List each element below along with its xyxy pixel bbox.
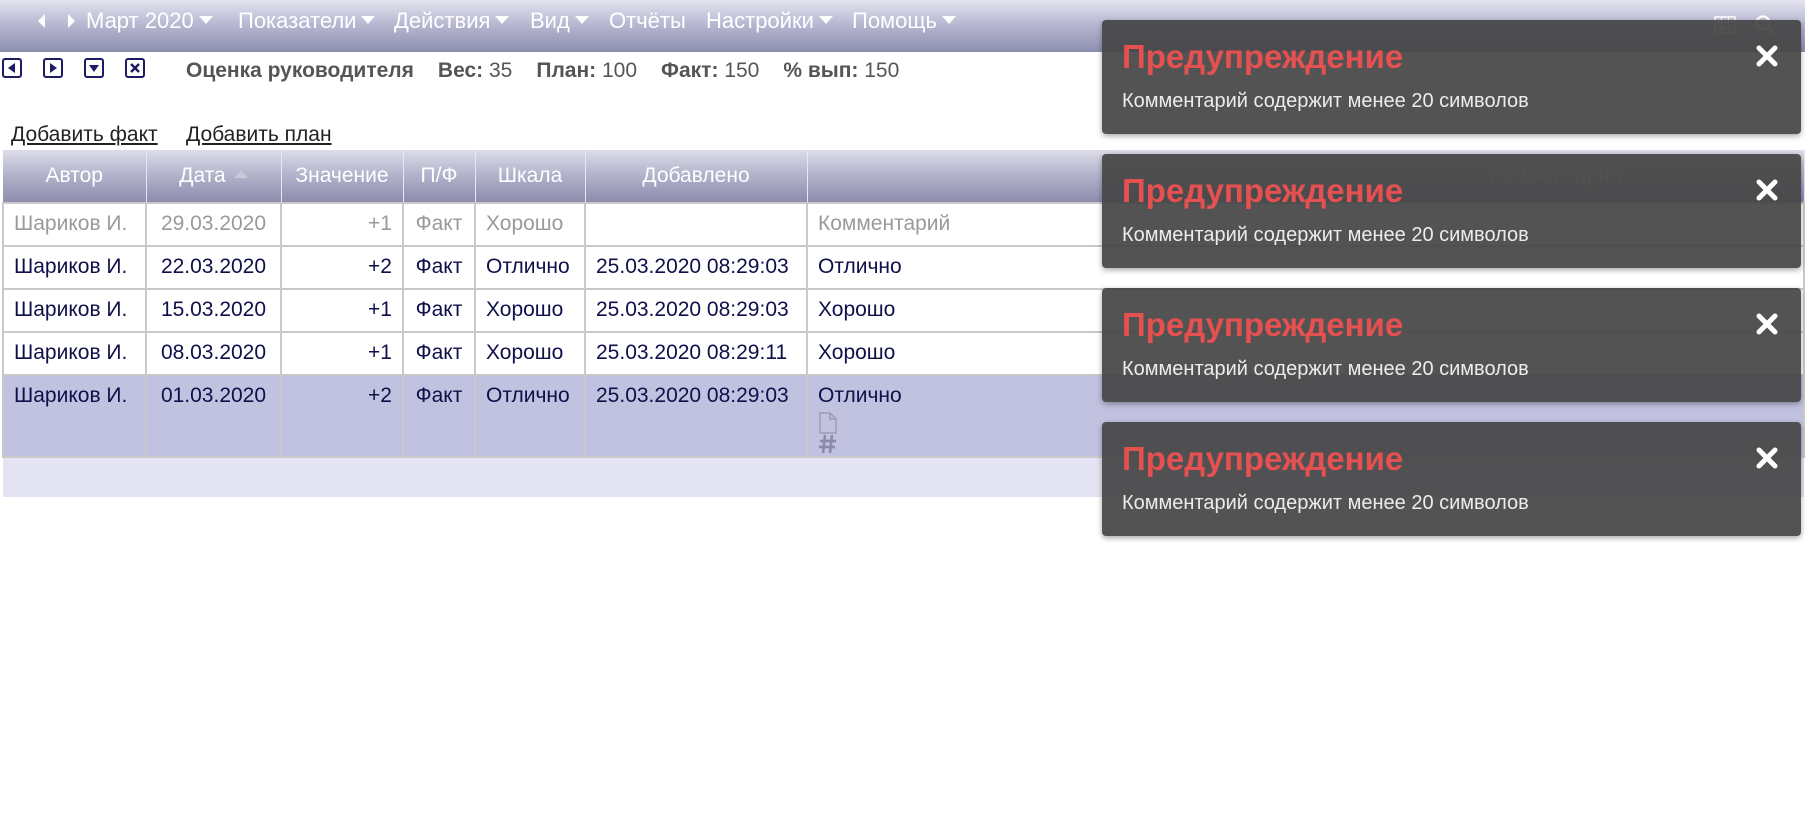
- cell-author: Шариков И.: [2, 288, 147, 333]
- menu-settings-label: Настройки: [706, 8, 814, 33]
- menu-help[interactable]: Помощь: [852, 8, 956, 34]
- chevron-down-icon: [818, 16, 833, 25]
- cell-value: +2: [280, 245, 404, 290]
- cell-author: Шариков И.: [2, 374, 147, 458]
- warning-text: Комментарий содержит менее 20 символов: [1122, 358, 1529, 380]
- cell-date: 01.03.2020: [145, 374, 282, 458]
- indicator-summary: Оценка руководителя Вес: 35 План: 100 Факт:…: [186, 59, 899, 83]
- cell-scale: Хорошо: [474, 288, 586, 333]
- period-label: Март 2020: [86, 8, 194, 33]
- cell-pf: Факт: [402, 202, 476, 247]
- col-author[interactable]: Автор: [3, 150, 147, 203]
- chevron-down-icon: [941, 16, 956, 25]
- sort-asc-icon: [233, 170, 248, 179]
- close-record-button[interactable]: [125, 58, 145, 78]
- cell-date: 22.03.2020: [145, 245, 282, 290]
- warning-toast: Предупреждение Комментарий содержит мене…: [1102, 288, 1801, 402]
- menu-view-label: Вид: [530, 8, 570, 33]
- warning-toast: Предупреждение Комментарий содержит мене…: [1102, 154, 1801, 268]
- col-pf[interactable]: П/Ф: [403, 150, 476, 203]
- warning-title: Предупреждение: [1122, 172, 1404, 209]
- warning-title: Предупреждение: [1122, 440, 1404, 477]
- cell-scale: Хорошо: [474, 202, 586, 247]
- cell-scale: Хорошо: [474, 331, 586, 376]
- chevron-down-icon: [495, 16, 510, 25]
- cell-value: +2: [280, 374, 404, 458]
- col-value[interactable]: Значение: [281, 150, 404, 203]
- menu-view[interactable]: Вид: [530, 8, 589, 34]
- first-record-button[interactable]: [2, 58, 22, 78]
- add-fact-link[interactable]: Добавить факт: [11, 123, 158, 147]
- cell-value: +1: [280, 202, 404, 247]
- cell-added: 25.03.2020 08:29:03: [584, 288, 808, 333]
- cell-pf: Факт: [402, 374, 476, 458]
- cell-author: Шариков И.: [2, 331, 147, 376]
- cell-scale: Отлично: [474, 245, 586, 290]
- cell-value: +1: [280, 288, 404, 333]
- cell-pf: Факт: [402, 288, 476, 333]
- next-record-button[interactable]: [43, 58, 63, 78]
- fact-value: 150: [724, 59, 760, 82]
- close-icon[interactable]: [1753, 310, 1781, 338]
- close-icon[interactable]: [1753, 176, 1781, 204]
- col-date-label: Дата: [179, 164, 226, 187]
- chevron-down-icon: [574, 16, 589, 25]
- cell-added: [584, 202, 808, 247]
- menu-help-label: Помощь: [852, 8, 937, 33]
- cell-pf: Факт: [402, 331, 476, 376]
- close-icon[interactable]: [1753, 42, 1781, 70]
- warning-toast: Предупреждение Комментарий содержит мене…: [1102, 20, 1801, 134]
- cell-scale: Отлично: [474, 374, 586, 458]
- cell-added: 25.03.2020 08:29:11: [584, 331, 808, 376]
- weight-label: Вес:: [437, 59, 484, 82]
- add-plan-link[interactable]: Добавить план: [186, 123, 332, 147]
- cell-added: 25.03.2020 08:29:03: [584, 374, 808, 458]
- pct-label: % вып:: [783, 59, 859, 82]
- warning-title: Предупреждение: [1122, 38, 1404, 75]
- chevron-down-icon: [198, 16, 213, 25]
- cell-date: 29.03.2020: [145, 202, 282, 247]
- col-scale[interactable]: Шкала: [475, 150, 586, 203]
- cell-date: 08.03.2020: [145, 331, 282, 376]
- next-period-icon[interactable]: [68, 14, 75, 28]
- menu-indicators[interactable]: Показатели: [238, 8, 376, 34]
- menu-indicators-label: Показатели: [238, 8, 357, 33]
- menu-reports[interactable]: Отчёты: [609, 8, 686, 34]
- cell-author: Шариков И.: [2, 202, 147, 247]
- cell-comment-text: Отлично: [818, 384, 902, 407]
- menu-reports-label: Отчёты: [609, 8, 686, 33]
- col-added[interactable]: Добавлено: [585, 150, 808, 203]
- document-icon[interactable]: [818, 412, 838, 434]
- warning-title: Предупреждение: [1122, 306, 1404, 343]
- pct-value: 150: [864, 59, 900, 82]
- hash-icon[interactable]: [818, 434, 838, 454]
- cell-value: +1: [280, 331, 404, 376]
- expand-button[interactable]: [84, 58, 104, 78]
- warning-text: Комментарий содержит менее 20 символов: [1122, 492, 1529, 514]
- close-icon[interactable]: [1753, 444, 1781, 472]
- indicator-name: Оценка руководителя: [186, 59, 414, 82]
- fact-label: Факт:: [661, 59, 719, 82]
- cell-author: Шариков И.: [2, 245, 147, 290]
- prev-period-icon[interactable]: [38, 14, 45, 28]
- chevron-down-icon: [361, 16, 376, 25]
- weight-value: 35: [489, 59, 513, 82]
- period-selector[interactable]: Март 2020: [86, 8, 213, 34]
- warning-toast: Предупреждение Комментарий содержит мене…: [1102, 422, 1801, 536]
- warning-text: Комментарий содержит менее 20 символов: [1122, 90, 1529, 112]
- menu-actions[interactable]: Действия: [394, 8, 510, 34]
- col-date[interactable]: Дата: [146, 150, 282, 203]
- warning-text: Комментарий содержит менее 20 символов: [1122, 224, 1529, 246]
- menu-actions-label: Действия: [394, 8, 491, 33]
- cell-added: 25.03.2020 08:29:03: [584, 245, 808, 290]
- cell-date: 15.03.2020: [145, 288, 282, 333]
- plan-label: План:: [536, 59, 597, 82]
- cell-pf: Факт: [402, 245, 476, 290]
- plan-value: 100: [602, 59, 638, 82]
- menu-settings[interactable]: Настройки: [706, 8, 833, 34]
